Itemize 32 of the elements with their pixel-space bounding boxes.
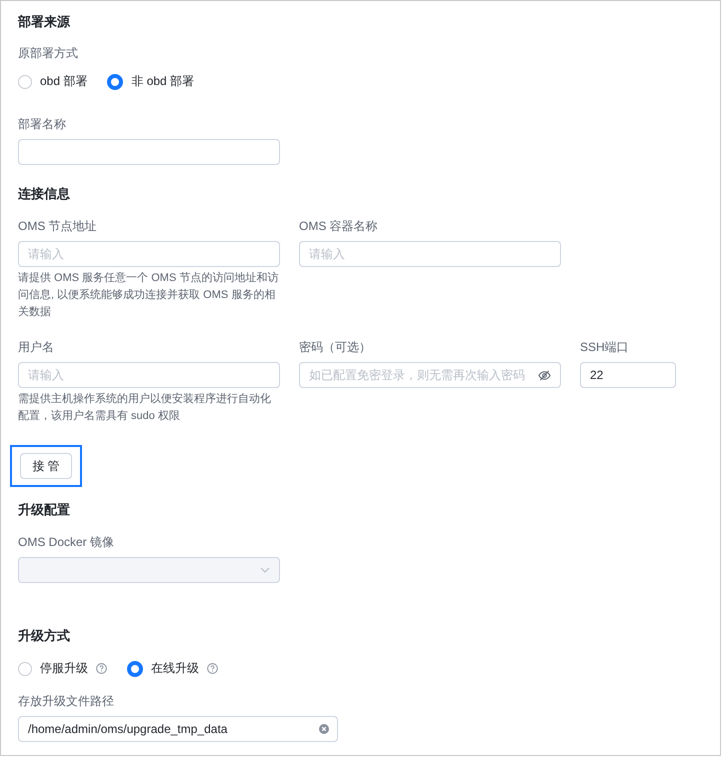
input-field[interactable]: 请输入 bbox=[18, 362, 280, 388]
field-label: OMS Docker 镜像 bbox=[18, 534, 116, 550]
radio-option[interactable]: obd 部署 bbox=[18, 73, 88, 90]
radio-option[interactable]: 非 obd 部署 bbox=[107, 73, 194, 90]
field-label: 密码（可选） bbox=[299, 339, 372, 355]
section-title: 升级方式 bbox=[18, 627, 71, 645]
field-label: 部署名称 bbox=[18, 116, 67, 132]
section-title: 部署来源 bbox=[18, 13, 72, 31]
field-label: 存放升级文件路径 bbox=[18, 693, 115, 709]
input-field[interactable]: 如已配置免密登录，则无需再次输入密码 bbox=[299, 362, 561, 388]
field-label: 原部署方式 bbox=[18, 45, 79, 61]
radio-option[interactable]: 在线升级 bbox=[127, 660, 218, 677]
takeover-button[interactable]: 接 管 bbox=[20, 453, 72, 479]
help-icon[interactable] bbox=[207, 663, 218, 674]
chevron-down-icon bbox=[260, 567, 270, 573]
help-text: 需提供主机操作系统的用户以便安装程序进行自动化配置，该用户名需具有 sudo 权限 bbox=[18, 392, 272, 424]
input-field[interactable]: 22 bbox=[580, 362, 676, 388]
field-label: OMS 容器名称 bbox=[299, 218, 379, 234]
input-field[interactable]: /home/admin/oms/upgrade_tmp_data bbox=[18, 716, 338, 742]
section-title: 升级配置 bbox=[18, 501, 71, 519]
eye-slash-icon[interactable] bbox=[538, 368, 551, 382]
section-title: 连接信息 bbox=[18, 185, 71, 203]
field-label: SSH端口 bbox=[580, 339, 630, 355]
help-icon[interactable] bbox=[96, 663, 107, 674]
field-label: OMS 节点地址 bbox=[18, 218, 98, 234]
input-field[interactable]: 请输入 bbox=[18, 241, 280, 267]
radio-option[interactable]: 停服升级 bbox=[18, 660, 107, 677]
field-label: 用户名 bbox=[18, 339, 55, 355]
help-text: 请提供 OMS 服务任意一个 OMS 节点的访问地址和访问信息, 以便系统能够成功连接并获取 OMS 服务的相关数据 bbox=[18, 270, 280, 320]
clear-icon[interactable] bbox=[319, 724, 329, 734]
input-field[interactable] bbox=[18, 139, 280, 165]
input-field[interactable]: 请输入 bbox=[299, 241, 561, 267]
